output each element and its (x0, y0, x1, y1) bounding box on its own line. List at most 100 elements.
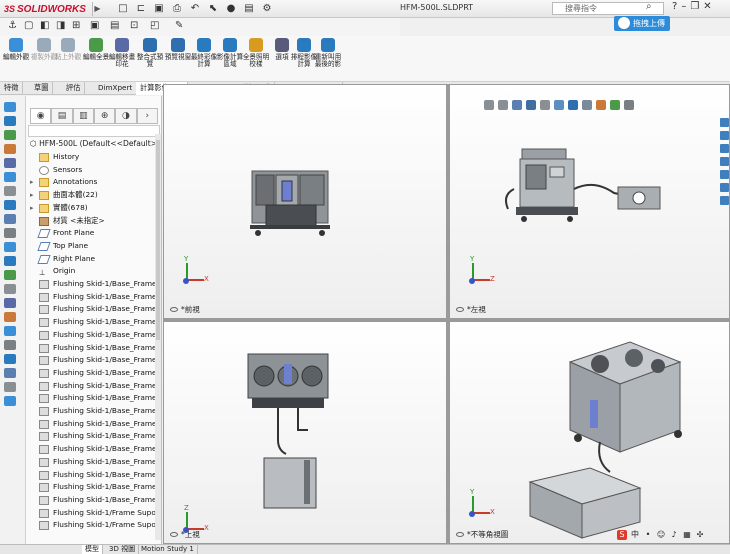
save-icon[interactable]: ▣ (152, 2, 166, 16)
task-pane-palette-icon[interactable] (720, 170, 729, 179)
tree-item[interactable]: Flushing Skid-1/Frame Suport- (26, 519, 161, 531)
tree-item[interactable]: Flushing Skid-1/Base_Frame-1- (26, 329, 161, 341)
bottom-tab[interactable]: 模型 (82, 545, 103, 554)
command-tab[interactable]: 草圖 (30, 82, 54, 95)
left-strip-tool-icon[interactable] (4, 368, 16, 378)
left-strip-tool-icon[interactable] (4, 284, 16, 294)
task-pane-home-icon[interactable] (720, 118, 729, 127)
left-strip-tool-icon[interactable] (4, 340, 16, 350)
task-pane-resources-icon[interactable] (720, 131, 729, 140)
command-tab[interactable]: 評估 (62, 82, 86, 95)
ribbon-button[interactable]: 黏上外觀 (54, 38, 82, 61)
left-strip-tool-icon[interactable] (4, 116, 16, 126)
rebuild-icon[interactable]: ● (224, 2, 238, 16)
ribbon-button[interactable]: 預覽視窗 (164, 38, 192, 61)
ime-voice-icon[interactable]: ♪ (669, 530, 679, 540)
task-pane-custom-icon[interactable] (720, 196, 729, 205)
view-icon-1[interactable]: ▢ (24, 20, 33, 31)
edit-appearance-icon[interactable] (596, 100, 606, 110)
ime-keyboard-icon[interactable]: ▦ (682, 530, 692, 540)
solidworks-logo[interactable]: 3S SOLIDWORKS (4, 2, 86, 16)
section-view-icon[interactable] (526, 100, 536, 110)
tree-item[interactable]: Flushing Skid-1/Base_Frame-1- (26, 380, 161, 392)
anchor-icon[interactable]: ⚓ (8, 20, 17, 31)
left-strip-tool-icon[interactable] (4, 270, 16, 280)
left-strip-tool-icon[interactable] (4, 172, 16, 182)
tree-item[interactable]: Flushing Skid-1/Base_Frame-1- (26, 354, 161, 366)
left-strip-tool-icon[interactable] (4, 102, 16, 112)
task-pane-explorer-icon[interactable] (720, 157, 729, 166)
display-manager-tab-icon[interactable]: ◑ (115, 108, 137, 124)
left-strip-tool-icon[interactable] (4, 396, 16, 406)
view-icon-2[interactable]: ◧ (40, 20, 49, 31)
tree-item[interactable]: Flushing Skid-1/Base_Frame_Tc (26, 405, 161, 417)
tree-tab-more-icon[interactable]: › (136, 108, 158, 124)
hide-show-items-icon[interactable] (582, 100, 592, 110)
configuration-manager-tab-icon[interactable]: ▥ (72, 108, 94, 124)
tree-item[interactable]: Flushing Skid-1/Base_Frame-1- (26, 316, 161, 328)
tree-item[interactable]: Sensors (26, 164, 161, 176)
tree-item[interactable]: Flushing Skid-1/Base_Frame-1- (26, 342, 161, 354)
tree-item[interactable]: Flushing Skid-1/Base_Frame-1- (26, 303, 161, 315)
print-icon[interactable]: ⎙ (170, 2, 184, 16)
tree-item[interactable]: Flushing Skid-1/Base_Frame_Tc (26, 443, 161, 455)
undo-icon[interactable]: ↶ (188, 2, 202, 16)
tree-item[interactable]: 材質 <未指定> (26, 215, 161, 227)
view-icon-7[interactable]: ⊡ (130, 20, 138, 31)
cloud-upload-button[interactable]: 拖拽上傳 (614, 16, 670, 31)
tree-item[interactable]: Flushing Skid-1/Base_Frame_Tc (26, 430, 161, 442)
apply-scene-icon[interactable] (610, 100, 620, 110)
zoom-area-icon[interactable] (498, 100, 508, 110)
tree-item[interactable]: Flushing Skid-1/Base_Frame_Tc (26, 418, 161, 430)
tree-item[interactable]: Right Plane (26, 253, 161, 265)
left-strip-tool-icon[interactable] (4, 312, 16, 322)
view-icon-3[interactable]: ◨ (56, 20, 65, 31)
tree-item[interactable]: Flushing Skid-1/Base_Frame-1- (26, 291, 161, 303)
viewport-top[interactable]: X Z *上視 (163, 321, 447, 544)
tree-item[interactable]: Flushing Skid-1/Base_Frame-1- (26, 367, 161, 379)
ime-mode-label[interactable]: 中 (630, 530, 640, 540)
file-properties-icon[interactable]: ▤ (242, 2, 256, 16)
search-icon[interactable]: ⌕ (646, 1, 652, 12)
ribbon-button[interactable]: 編輯外觀 (2, 38, 30, 61)
left-strip-tool-icon[interactable] (4, 298, 16, 308)
left-strip-tool-icon[interactable] (4, 158, 16, 168)
restore-icon[interactable]: ❐ (690, 1, 699, 12)
ribbon-button[interactable]: 影像計算區域 (216, 38, 244, 68)
view-icon-5[interactable]: ▣ (90, 20, 99, 31)
task-pane-appearances-icon[interactable] (720, 183, 729, 192)
command-tab[interactable]: DimXpert (94, 82, 138, 95)
tree-scrollbar[interactable] (155, 134, 161, 540)
tree-root-part[interactable]: ⬡ HFM-500L (Default<<Default>_Di (30, 139, 161, 148)
viewport-left[interactable]: ZY *左視 (449, 84, 730, 319)
tree-item[interactable]: History (26, 151, 161, 163)
expand-arrow-icon[interactable]: ▸ (30, 189, 34, 201)
tree-item[interactable]: ▸ Annotations (26, 176, 161, 188)
view-icon-6[interactable]: ▤ (110, 20, 119, 31)
tree-item[interactable]: Flushing Skid-1/Base_Frame_Tc (26, 456, 161, 468)
left-strip-tool-icon[interactable] (4, 354, 16, 364)
task-pane-library-icon[interactable] (720, 144, 729, 153)
ime-settings-icon[interactable]: ✣ (695, 530, 705, 540)
left-strip-tool-icon[interactable] (4, 214, 16, 224)
ime-emoji-icon[interactable]: ☺ (656, 530, 666, 540)
display-style-icon[interactable] (568, 100, 578, 110)
open-document-icon[interactable]: ⊏ (134, 2, 148, 16)
ribbon-button[interactable]: 編輯移畫印花 (108, 38, 136, 68)
tree-item[interactable]: Flushing Skid-1/Base_Frame_Tc (26, 481, 161, 493)
help-icon[interactable]: ? (672, 1, 677, 12)
expand-arrow-icon[interactable]: ▸ (30, 176, 34, 188)
previous-view-icon[interactable] (512, 100, 522, 110)
expand-arrow-icon[interactable]: ▸ (30, 202, 34, 214)
ribbon-button[interactable]: 重新叫用最後的影 (314, 38, 342, 68)
tree-item[interactable]: ▸ 實體(678) (26, 202, 161, 214)
tree-filter-input[interactable] (28, 125, 160, 137)
bottom-tab[interactable]: 3D 視圖 (106, 545, 140, 554)
tree-item[interactable]: ⊥ Origin (26, 265, 161, 277)
left-strip-tool-icon[interactable] (4, 326, 16, 336)
ime-punctuation-icon[interactable]: • (643, 530, 653, 540)
tree-item[interactable]: Flushing Skid-1/Base_Frame-1- (26, 278, 161, 290)
left-strip-tool-icon[interactable] (4, 228, 16, 238)
left-strip-tool-icon[interactable] (4, 256, 16, 266)
left-strip-tool-icon[interactable] (4, 130, 16, 140)
